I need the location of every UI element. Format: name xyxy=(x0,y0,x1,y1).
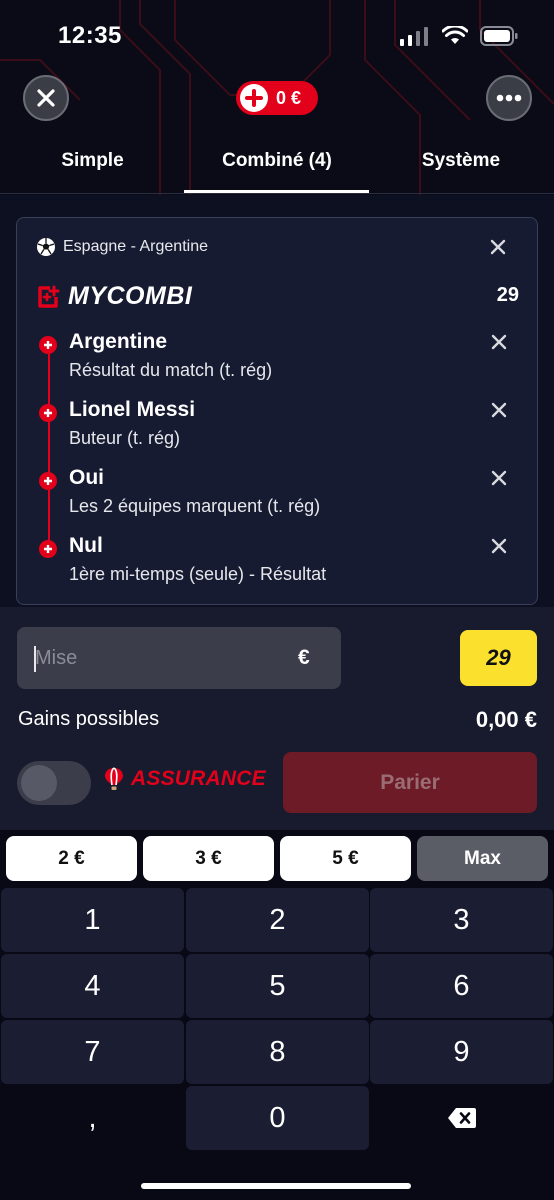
plus-icon xyxy=(39,336,57,354)
selection-item: Argentine Résultat du match (t. rég) xyxy=(17,330,537,392)
quick-amount-2-button[interactable]: 2 € xyxy=(6,836,137,881)
quick-amount-max-button[interactable]: Max xyxy=(417,836,548,881)
add-funds-icon xyxy=(240,84,268,112)
plus-icon xyxy=(39,540,57,558)
key-7[interactable]: 7 xyxy=(1,1020,184,1084)
combo-odds: 29 xyxy=(496,284,519,306)
key-2[interactable]: 2 xyxy=(186,888,369,952)
more-options-button[interactable] xyxy=(486,75,532,121)
selection-market: Les 2 équipes marquent (t. rég) xyxy=(69,496,321,516)
status-bar: 12:35 xyxy=(0,0,554,75)
battery-icon xyxy=(480,26,518,46)
tab-systeme[interactable]: Système xyxy=(405,150,517,172)
mycombi-label: MYCOMBI xyxy=(68,282,193,310)
close-icon xyxy=(37,89,55,107)
close-button[interactable] xyxy=(23,75,69,121)
selection-market: Résultat du match (t. rég) xyxy=(69,360,273,380)
cellular-signal-icon xyxy=(400,27,428,46)
bet-slip-card: Espagne - Argentine MYCOMBI 29 Argentine… xyxy=(16,217,538,605)
total-odds-badge: 29 xyxy=(460,630,537,686)
balance-amount: 0 € xyxy=(276,87,302,108)
selection-market: Buteur (t. rég) xyxy=(69,428,181,448)
key-6[interactable]: 6 xyxy=(370,954,553,1018)
key-8[interactable]: 8 xyxy=(186,1020,369,1084)
selection-item: Nul 1ère mi-temps (seule) - Résultat xyxy=(17,534,537,596)
key-5[interactable]: 5 xyxy=(186,954,369,1018)
status-time: 12:35 xyxy=(58,22,122,49)
balance-badge[interactable]: 0 € xyxy=(236,81,318,115)
key-9[interactable]: 9 xyxy=(370,1020,553,1084)
selection-item: Lionel Messi Buteur (t. rég) xyxy=(17,398,537,460)
tab-simple[interactable]: Simple xyxy=(40,150,145,172)
stake-input[interactable] xyxy=(17,627,341,689)
key-0[interactable]: 0 xyxy=(186,1086,369,1150)
remove-selection-icon[interactable] xyxy=(491,538,507,554)
currency-symbol: € xyxy=(298,646,310,669)
quick-amount-5-button[interactable]: 5 € xyxy=(280,836,411,881)
tab-combine[interactable]: Combiné (4) xyxy=(185,150,369,172)
insurance-text: ASSURANCE xyxy=(131,767,266,790)
selection-name: Argentine xyxy=(69,330,168,353)
selection-name: Oui xyxy=(69,466,104,489)
mycombi-logo: MYCOMBI xyxy=(36,282,192,311)
wifi-icon xyxy=(442,26,468,44)
backspace-icon xyxy=(447,1108,476,1128)
plus-icon xyxy=(39,404,57,422)
home-indicator xyxy=(141,1183,411,1189)
selection-name: Lionel Messi xyxy=(69,398,196,421)
key-3[interactable]: 3 xyxy=(370,888,553,952)
text-cursor xyxy=(34,646,36,672)
status-icons xyxy=(400,26,518,46)
remove-selection-icon[interactable] xyxy=(491,402,507,418)
potential-winnings-value: 0,00 € xyxy=(475,707,537,732)
soccer-ball-icon xyxy=(37,238,55,256)
mycombi-icon xyxy=(38,285,60,308)
selection-item: Oui Les 2 équipes marquent (t. rég) xyxy=(17,466,537,528)
quick-amount-3-button[interactable]: 3 € xyxy=(143,836,274,881)
toggle-knob xyxy=(21,765,57,801)
potential-winnings-label: Gains possibles xyxy=(18,708,160,730)
remove-selection-icon[interactable] xyxy=(491,334,507,350)
selection-market: 1ère mi-temps (seule) - Résultat xyxy=(69,564,327,584)
more-dots-icon xyxy=(496,94,522,102)
selection-name: Nul xyxy=(69,534,103,557)
key-comma[interactable]: , xyxy=(1,1086,184,1150)
backspace-key[interactable] xyxy=(370,1086,553,1150)
match-title: Espagne - Argentine xyxy=(63,238,208,255)
bet-type-tabs: Simple Combiné (4) Système xyxy=(0,140,554,194)
insurance-toggle[interactable] xyxy=(17,761,91,805)
numeric-keypad: 2 € 3 € 5 € Max 1 2 3 4 5 6 7 8 9 , 0 xyxy=(0,830,554,1200)
place-bet-button[interactable]: Parier xyxy=(283,752,537,813)
key-4[interactable]: 4 xyxy=(1,954,184,1018)
plus-icon xyxy=(39,472,57,490)
stake-panel: € 29 Gains possibles 0,00 € ASSURANCE Pa… xyxy=(0,607,554,830)
key-1[interactable]: 1 xyxy=(1,888,184,952)
insurance-label: ASSURANCE xyxy=(103,767,266,791)
remove-selection-icon[interactable] xyxy=(491,470,507,486)
hot-air-balloon-icon xyxy=(105,767,123,790)
remove-match-icon[interactable] xyxy=(490,239,506,255)
tabs-divider xyxy=(0,193,554,194)
